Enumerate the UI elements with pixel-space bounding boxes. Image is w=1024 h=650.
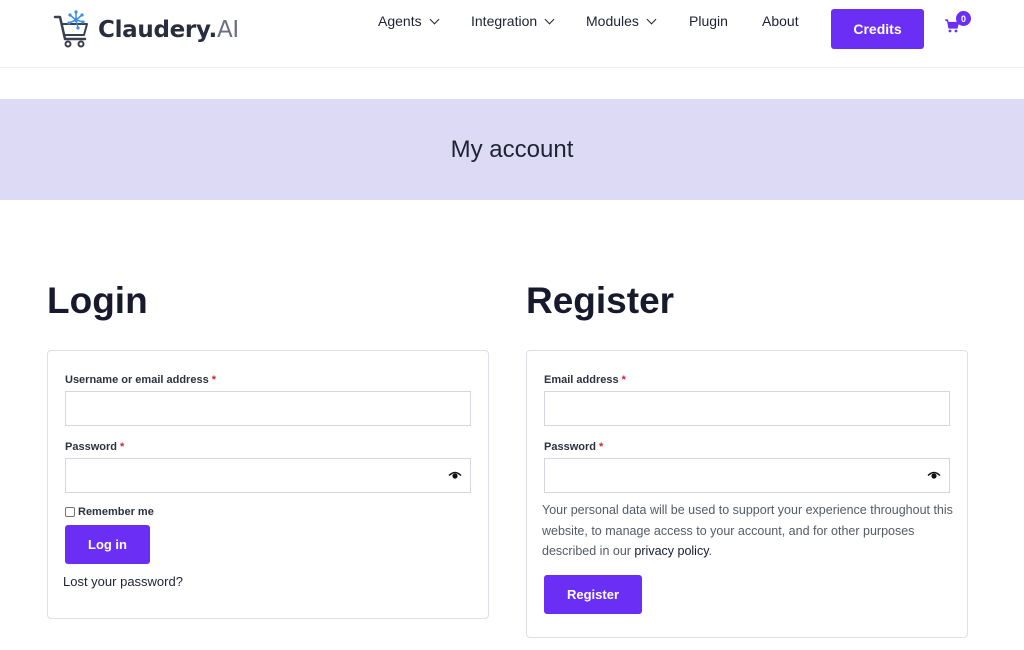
chevron-down-icon: [429, 14, 440, 24]
register-heading: Register: [526, 280, 675, 321]
privacy-notice-end: .: [708, 544, 713, 558]
remember-me[interactable]: Remember me: [65, 506, 154, 518]
nav-modules[interactable]: Modules: [586, 13, 657, 29]
remember-me-checkbox[interactable]: [65, 507, 75, 517]
nav-agents-label: Agents: [378, 13, 422, 29]
username-label: Username or email address *: [65, 374, 216, 386]
nav-integration-label: Integration: [471, 13, 538, 29]
cart-count-badge: 0: [956, 11, 971, 26]
credits-button[interactable]: Credits: [831, 9, 924, 49]
login-button-label: Log in: [88, 537, 127, 552]
email-label-text: Email address: [544, 374, 619, 386]
register-button-label: Register: [566, 587, 620, 602]
password-label-text: Password: [65, 441, 117, 453]
register-password-input[interactable]: [544, 458, 950, 493]
register-password-label: Password *: [544, 441, 603, 453]
register-password-label-text: Password: [544, 441, 596, 453]
password-label: Password *: [65, 441, 124, 453]
page-banner: My account: [0, 99, 1024, 200]
nav-integration[interactable]: Integration: [471, 13, 555, 29]
register-button[interactable]: Register: [544, 575, 642, 614]
nav-modules-label: Modules: [586, 13, 639, 29]
email-input[interactable]: [544, 391, 950, 426]
nav-plugin[interactable]: Plugin: [689, 13, 728, 29]
lost-password-link[interactable]: Lost your password?: [63, 574, 183, 589]
required-mark: *: [599, 441, 604, 453]
eye-icon[interactable]: [448, 471, 462, 480]
username-input[interactable]: [65, 391, 471, 426]
nav-plugin-label: Plugin: [689, 13, 728, 29]
logo-wordmark-suffix: AI: [216, 17, 239, 43]
site-header: Claudery.AI Agents Integration Modules P…: [0, 0, 1024, 68]
page-title: My account: [450, 135, 574, 163]
required-mark: *: [120, 441, 125, 453]
privacy-notice-text: Your personal data will be used to suppo…: [542, 503, 953, 558]
login-form: Username or email address * Password * R…: [47, 350, 489, 619]
username-label-text: Username or email address: [65, 374, 209, 386]
logo-wordmark: Claudery.AI: [98, 17, 239, 43]
privacy-policy-link[interactable]: privacy policy: [634, 544, 708, 558]
site-logo[interactable]: Claudery.AI: [52, 10, 239, 50]
chevron-down-icon: [544, 14, 555, 24]
email-label: Email address *: [544, 374, 626, 386]
required-mark: *: [621, 374, 626, 386]
remember-me-label: Remember me: [78, 506, 154, 518]
login-heading: Login: [47, 280, 148, 321]
nav-about-label: About: [762, 13, 799, 29]
credits-button-label: Credits: [853, 21, 902, 37]
nav-about[interactable]: About: [762, 13, 799, 29]
required-mark: *: [211, 374, 217, 386]
privacy-notice: Your personal data will be used to suppo…: [542, 500, 957, 562]
login-button[interactable]: Log in: [65, 525, 150, 564]
register-form: Email address * Password * Your personal…: [526, 350, 968, 638]
eye-icon[interactable]: [927, 471, 941, 480]
cart-network-logo-icon: [53, 10, 88, 48]
password-input[interactable]: [65, 458, 471, 493]
logo-wordmark-main: Claudery.: [98, 17, 217, 43]
chevron-down-icon: [646, 14, 657, 24]
nav-agents[interactable]: Agents: [378, 13, 440, 29]
